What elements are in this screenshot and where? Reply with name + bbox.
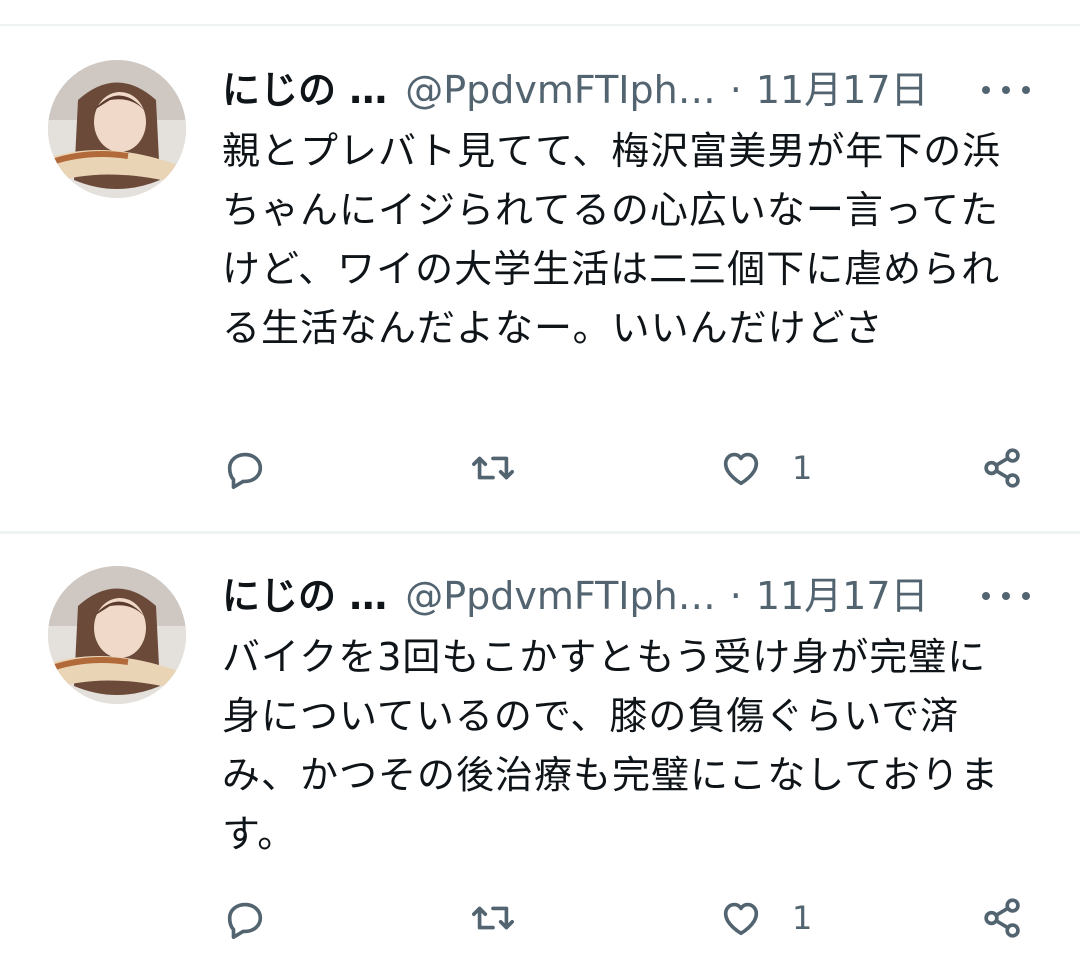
like-count: 1 xyxy=(792,899,813,937)
avatar-image xyxy=(48,60,186,198)
avatar[interactable] xyxy=(48,566,186,704)
more-icon[interactable] xyxy=(982,78,1030,102)
retweet-icon xyxy=(472,456,514,480)
retweet-button[interactable] xyxy=(470,888,516,948)
more-dot xyxy=(1002,592,1010,600)
more-dot xyxy=(982,592,990,600)
like-button[interactable]: 1 xyxy=(718,888,812,948)
like-icon xyxy=(723,452,759,486)
reply-button[interactable] xyxy=(222,438,268,498)
tweet-header: にじの … @PpdvmFTIph… · 11月17日 xyxy=(222,570,929,622)
tweet-actions: 1 xyxy=(222,888,1032,948)
author-name[interactable]: にじの … xyxy=(222,64,387,116)
share-icon xyxy=(984,898,1020,938)
more-dot xyxy=(1022,592,1030,600)
more-dot xyxy=(982,86,990,94)
tweet-card[interactable]: にじの … @PpdvmFTIph… · 11月17日 バイクを3回もこかすとも… xyxy=(0,534,1080,977)
avatar[interactable] xyxy=(48,60,186,198)
avatar-image xyxy=(48,566,186,704)
retweet-button[interactable] xyxy=(470,438,516,498)
like-icon xyxy=(723,902,759,936)
author-handle[interactable]: @PpdvmFTIph… xyxy=(405,64,715,116)
more-dot xyxy=(1022,86,1030,94)
more-dot xyxy=(1002,86,1010,94)
share-button[interactable] xyxy=(980,438,1026,498)
share-icon xyxy=(984,448,1020,488)
share-button[interactable] xyxy=(980,888,1026,948)
reply-icon xyxy=(227,902,263,939)
tweet-text: バイクを3回もこかすともう受け身が完璧に身についているので、膝の負傷ぐらいで済み… xyxy=(222,635,999,856)
like-button[interactable]: 1 xyxy=(718,438,812,498)
reply-button[interactable] xyxy=(222,888,268,948)
author-handle[interactable]: @PpdvmFTIph… xyxy=(405,570,715,622)
retweet-icon xyxy=(472,906,514,930)
top-divider xyxy=(0,0,1080,26)
reply-icon xyxy=(227,452,263,489)
author-name[interactable]: にじの … xyxy=(222,570,387,622)
tweet-actions: 1 xyxy=(222,438,1032,498)
more-icon[interactable] xyxy=(982,584,1030,608)
tweet-text: 親とプレバト見てて、梅沢富美男が年下の浜ちゃんにイジられてるの心広いなー言ってた… xyxy=(222,129,1002,350)
tweet-card[interactable]: にじの … @PpdvmFTIph… · 11月17日 親とプレバト見てて、梅沢… xyxy=(0,28,1080,532)
like-count: 1 xyxy=(792,449,813,487)
tweet-date[interactable]: 11月17日 xyxy=(756,570,929,622)
separator-dot: · xyxy=(729,68,742,112)
separator-dot: · xyxy=(729,574,742,618)
tweet-header: にじの … @PpdvmFTIph… · 11月17日 xyxy=(222,64,929,116)
tweet-date[interactable]: 11月17日 xyxy=(756,64,929,116)
